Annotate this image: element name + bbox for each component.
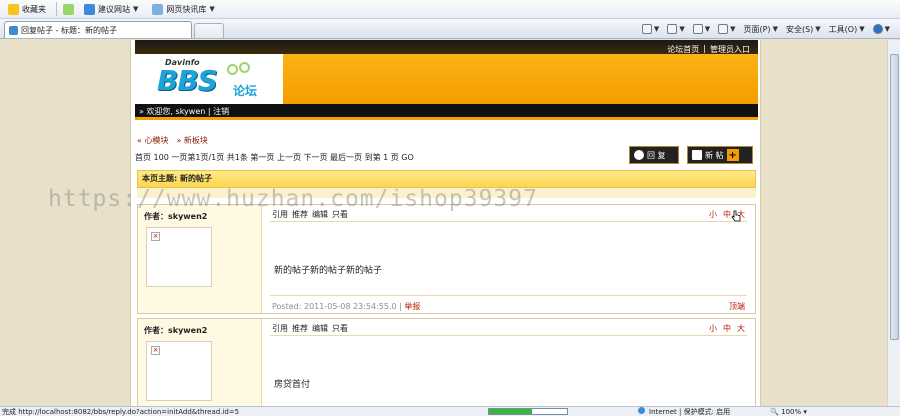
page-viewport: 论坛首页 | 管理员入口 Davinfo BBS 论坛 » 欢迎您, skywe…	[0, 40, 900, 406]
mail-button[interactable]: ▼	[692, 24, 711, 34]
site-header: 论坛首页 | 管理员入口 Davinfo BBS 论坛	[135, 40, 758, 104]
post-actions: 引用 推荐 编辑 只看	[272, 323, 348, 334]
printer-icon	[718, 24, 729, 34]
chevron-down-icon: ▼	[772, 25, 778, 33]
vertical-scrollbar[interactable]	[887, 40, 900, 406]
ie-page-icon	[9, 25, 18, 35]
only-view-link[interactable]: 只看	[332, 323, 348, 334]
post-meta: Posted: 2011-05-08 23:54:55.0 | 举报	[272, 302, 421, 311]
header-links: 论坛首页 | 管理员入口	[667, 44, 750, 55]
divider	[270, 221, 747, 222]
favorites-button[interactable]: 收藏夹	[4, 3, 50, 15]
globe-icon	[638, 406, 645, 414]
font-large-link[interactable]: 大	[737, 323, 745, 334]
breadcrumb-board[interactable]: » 新板块	[176, 135, 207, 146]
toolbar-separator	[56, 2, 57, 16]
chevron-down-icon: ▼	[730, 25, 736, 33]
logo-circle-icon	[239, 62, 250, 73]
logo-circle-icon	[227, 64, 238, 75]
broken-image-icon: ×	[151, 346, 160, 355]
reply-button[interactable]: 回 复	[629, 146, 679, 164]
tools-menu[interactable]: 工具(O) ▼	[829, 24, 865, 35]
pagination[interactable]: 首页 100 一页第1页/1页 共1条 第一页 上一页 下一页 最后一页 到第 …	[135, 152, 414, 163]
welcome-bar[interactable]: » 欢迎您, skywen | 注销	[135, 104, 758, 120]
header-band	[135, 40, 758, 54]
new-post-button[interactable]: 新 帖 +	[687, 146, 753, 164]
watermark: https://www.huzhan.com/ishop39397	[48, 186, 538, 212]
forum-page: 论坛首页 | 管理员入口 Davinfo BBS 论坛 » 欢迎您, skywe…	[130, 40, 761, 406]
report-link[interactable]: 举报	[404, 302, 420, 311]
status-bar: 完成 http://localhost:8082/bbs/reply.do?ac…	[0, 406, 900, 416]
font-small-link[interactable]: 小	[709, 323, 717, 334]
chevron-down-icon: ▼	[133, 5, 139, 13]
rss-icon	[667, 24, 678, 34]
divider	[270, 295, 747, 296]
font-small-link[interactable]: 小	[709, 209, 717, 220]
page-menu[interactable]: 页面(P) ▼	[743, 24, 777, 35]
document-icon	[692, 150, 702, 160]
post-author: 作者：skywen2	[144, 212, 208, 221]
web-slice-icon	[152, 3, 164, 15]
breadcrumb: « 心模块 » 新板块	[137, 135, 208, 146]
home-icon	[641, 24, 652, 34]
site-logo: Davinfo BBS 论坛	[135, 54, 283, 104]
recommend-link[interactable]: 推荐	[292, 323, 308, 334]
ie-page-icon	[84, 3, 95, 15]
quote-link[interactable]: 引用	[272, 323, 288, 334]
chevron-down-icon: ▼	[209, 5, 215, 13]
post-item: 作者：skywen2 × 引用 推荐 编辑 只看 小 中 大 新的帖子新的帖子新…	[137, 204, 756, 314]
broken-image-icon: ×	[151, 232, 160, 241]
font-size-switch: 小 中 大	[709, 323, 745, 334]
command-bar: ▼ ▼ ▼ ▼ 页面(P) ▼ 安全(S) ▼ 工具(O) ▼ ▼	[641, 19, 890, 39]
chevron-down-icon: ▼	[653, 25, 660, 33]
print-button[interactable]: ▼	[718, 24, 735, 34]
chevron-down-icon: ▼	[859, 25, 865, 33]
breadcrumb-module[interactable]: « 心模块	[137, 135, 168, 146]
progress-fill	[489, 409, 532, 414]
tab-reply-post[interactable]: 回复帖子 - 标题：新的帖子	[4, 21, 192, 38]
home-button[interactable]: ▼	[641, 24, 660, 34]
font-medium-link[interactable]: 中	[723, 323, 731, 334]
status-url: 完成 http://localhost:8082/bbs/reply.do?ac…	[2, 407, 240, 416]
web-slice-button[interactable]: 网页快讯库 ▼	[148, 3, 218, 15]
chevron-down-icon: ▼	[679, 25, 685, 33]
add-favorite-icon[interactable]	[63, 3, 74, 15]
divider	[270, 335, 747, 336]
post-author-panel: 作者：skywen2 ×	[138, 319, 262, 406]
star-icon	[8, 3, 19, 15]
edit-link[interactable]: 编辑	[312, 323, 328, 334]
admin-entry-link[interactable]: 管理员入口	[710, 44, 750, 55]
safety-menu[interactable]: 安全(S) ▼	[786, 24, 821, 35]
suggested-sites-button[interactable]: 建议网站 ▼	[80, 3, 142, 15]
post-author-panel: 作者：skywen2 ×	[138, 205, 262, 313]
forum-home-link[interactable]: 论坛首页	[667, 44, 699, 55]
progress-bar	[488, 408, 568, 415]
security-zone[interactable]: Internet | 保护模式: 启用	[638, 406, 730, 416]
reply-icon	[634, 150, 644, 160]
help-icon	[872, 24, 883, 34]
zoom-control[interactable]: 🔍 100% ▾	[770, 408, 807, 416]
avatar: ×	[146, 341, 212, 401]
post-author: 作者：skywen2	[144, 326, 208, 335]
post-content: 新的帖子新的帖子新的帖子	[274, 266, 383, 276]
avatar: ×	[146, 227, 212, 287]
new-tab-button[interactable]	[194, 23, 224, 38]
chevron-down-icon: ▼	[704, 25, 711, 33]
favorites-bar: 收藏夹 建议网站 ▼ 网页快讯库 ▼	[0, 0, 900, 19]
hand-cursor-icon	[731, 210, 741, 222]
mail-icon	[692, 24, 703, 34]
chevron-down-icon: ▼	[884, 25, 890, 33]
font-medium-link[interactable]: 中	[723, 209, 731, 220]
post-content: 房贷首付	[274, 380, 311, 390]
back-to-top-link[interactable]: 顶端	[729, 301, 745, 312]
chevron-down-icon: ▼	[815, 25, 821, 33]
feeds-button[interactable]: ▼	[667, 24, 685, 34]
plus-icon: +	[726, 149, 739, 161]
scrollbar-thumb[interactable]	[890, 54, 899, 340]
help-button[interactable]: ▼	[872, 24, 890, 34]
post-item: 作者：skywen2 × 引用 推荐 编辑 只看 小 中 大 房贷首付	[137, 318, 756, 406]
